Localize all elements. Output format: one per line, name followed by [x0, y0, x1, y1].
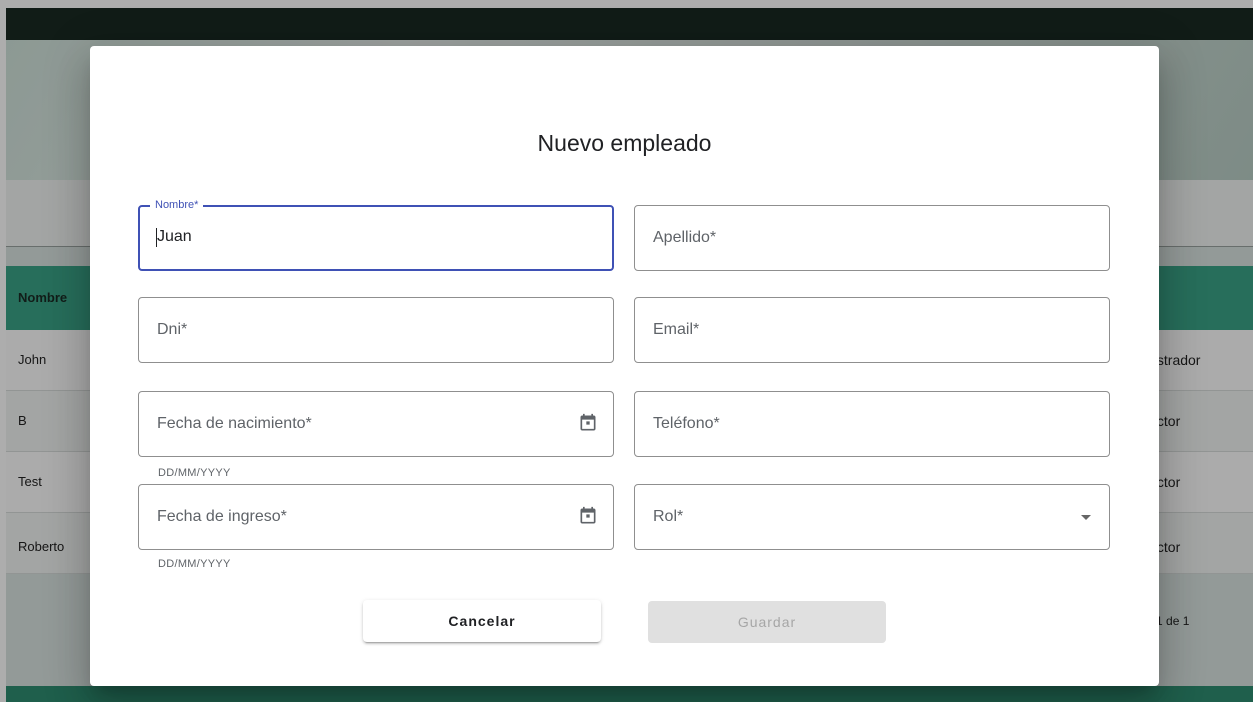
email-field[interactable]: Email* — [634, 297, 1110, 363]
dni-placeholder: Dni* — [157, 321, 188, 338]
chevron-down-icon[interactable] — [1081, 515, 1091, 520]
dialog-title: Nuevo empleado — [537, 130, 712, 156]
telefono-placeholder: Teléfono* — [653, 415, 720, 432]
fecha-nacimiento-hint: DD/MM/YYYY — [158, 467, 231, 479]
fecha-nacimiento-placeholder: Fecha de nacimiento* — [157, 415, 312, 432]
calendar-icon[interactable] — [578, 505, 598, 527]
new-employee-dialog: Nuevo empleado Nombre* Juan Apellido* Dn… — [90, 46, 1159, 686]
fecha-ingreso-placeholder: Fecha de ingreso* — [157, 508, 287, 525]
fecha-ingreso-hint: DD/MM/YYYY — [158, 558, 231, 570]
fecha-ingreso-field[interactable]: Fecha de ingreso* — [138, 484, 614, 550]
calendar-icon[interactable] — [578, 412, 598, 434]
cancel-button[interactable]: Cancelar — [363, 600, 601, 642]
save-button[interactable]: Guardar — [648, 601, 886, 643]
nombre-field[interactable]: Nombre* Juan — [138, 199, 614, 271]
rol-select[interactable]: Rol* — [634, 484, 1110, 550]
email-placeholder: Email* — [653, 321, 700, 338]
telefono-field[interactable]: Teléfono* — [634, 391, 1110, 457]
apellido-placeholder: Apellido* — [653, 229, 717, 246]
nombre-label: Nombre* — [150, 199, 204, 211]
fecha-nacimiento-field[interactable]: Fecha de nacimiento* — [138, 391, 614, 457]
apellido-field[interactable]: Apellido* — [634, 205, 1110, 271]
rol-placeholder: Rol* — [653, 508, 684, 525]
dni-field[interactable]: Dni* — [138, 297, 614, 363]
nombre-input[interactable]: Juan — [157, 228, 192, 246]
